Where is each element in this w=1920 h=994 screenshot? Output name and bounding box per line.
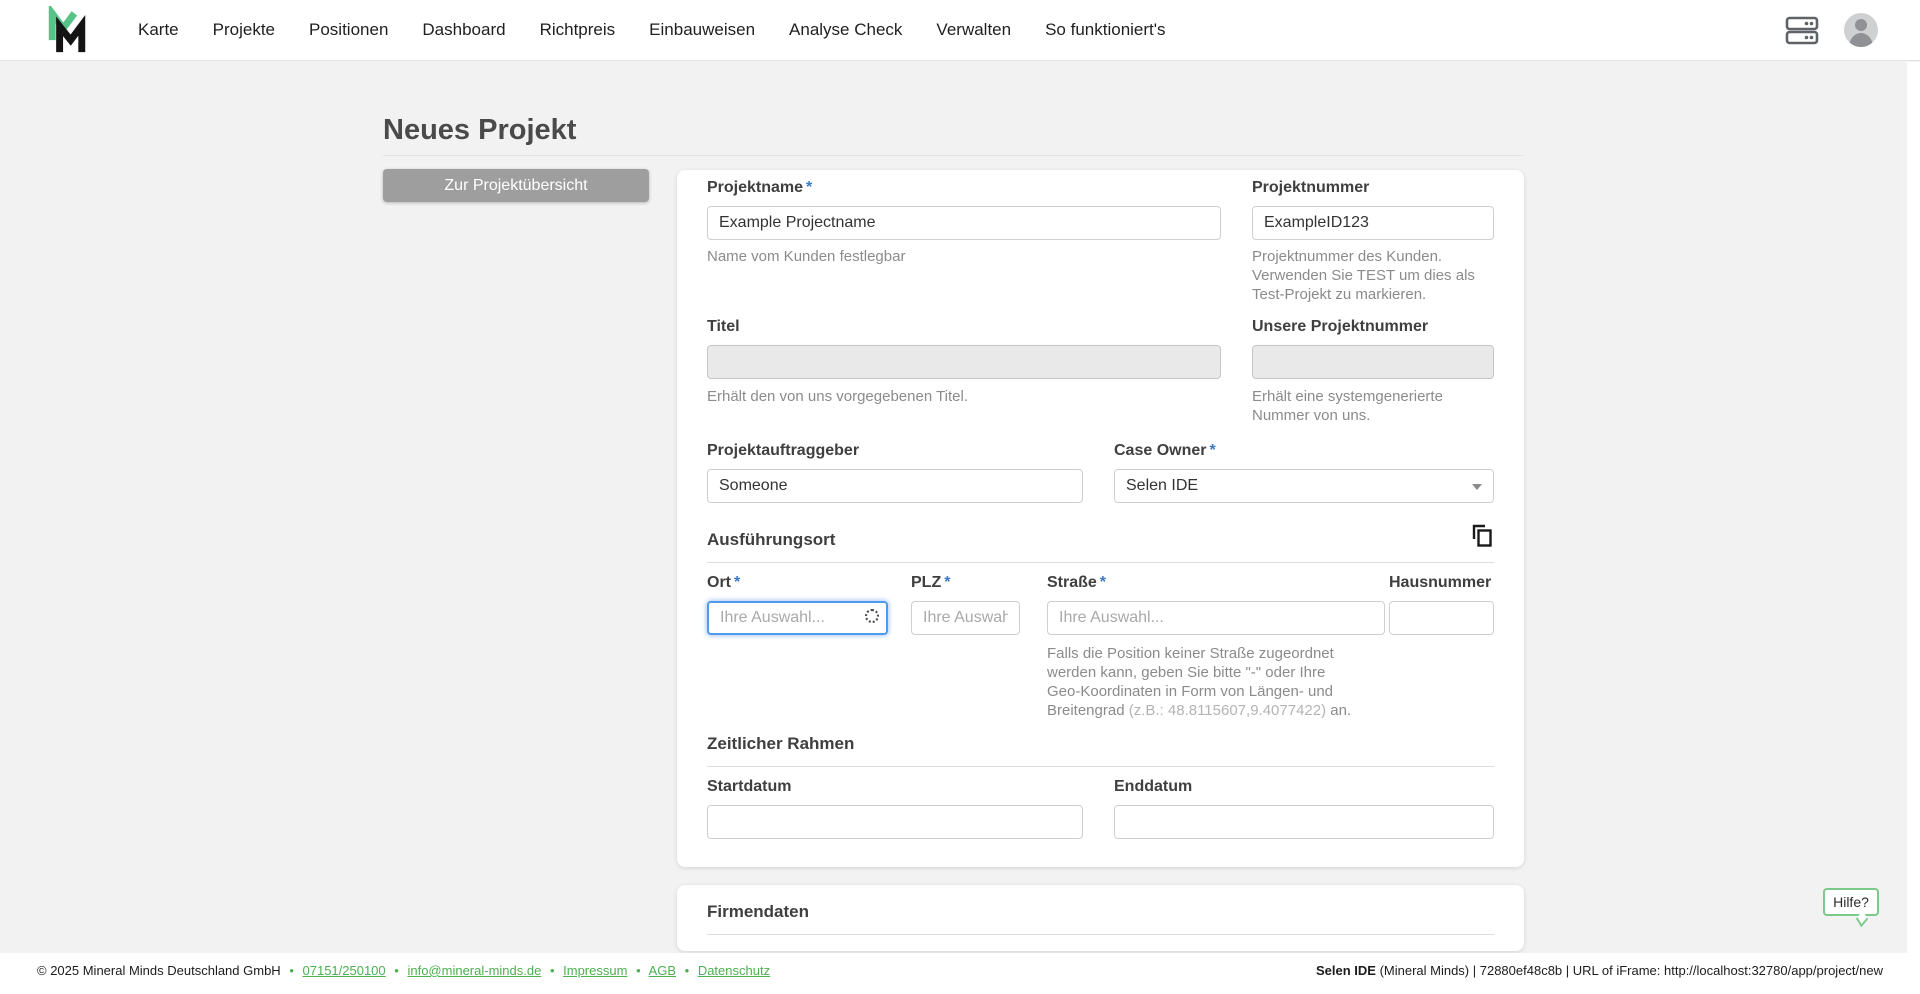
footer-user-name: Selen IDE xyxy=(1315,963,1376,978)
required-asterisk: * xyxy=(944,574,951,591)
firmendaten-card: Firmendaten xyxy=(677,885,1524,951)
nav-item-richtpreis[interactable]: Richtpreis xyxy=(540,20,616,40)
titel-label: Titel xyxy=(707,318,740,335)
projektauftraggeber-label: Projektauftraggeber xyxy=(707,442,860,459)
footer-copyright: © 2025 Mineral Minds Deutschland GmbH xyxy=(37,963,281,978)
server-icon[interactable] xyxy=(1784,14,1820,46)
footer-link-email[interactable]: info@mineral-minds.de xyxy=(407,963,541,978)
top-navbar: Karte Projekte Positionen Dashboard Rich… xyxy=(0,0,1920,61)
case-owner-value: Selen IDE xyxy=(1126,477,1199,494)
nav-item-projekte[interactable]: Projekte xyxy=(213,20,275,40)
plz-label: PLZ * xyxy=(911,574,950,592)
ausfuehrungsort-heading: Ausführungsort xyxy=(707,530,836,549)
nav-item-dashboard[interactable]: Dashboard xyxy=(422,20,505,40)
projektnummer-input[interactable] xyxy=(1252,206,1494,240)
zeitlicher-rahmen-heading: Zeitlicher Rahmen xyxy=(707,734,855,753)
hilfe-button[interactable]: Hilfe? xyxy=(1823,888,1879,916)
mineral-minds-logo-icon[interactable] xyxy=(44,6,90,54)
enddatum-input[interactable] xyxy=(1114,805,1494,839)
required-asterisk: * xyxy=(734,574,741,591)
firmendaten-divider xyxy=(707,934,1494,935)
projektname-helper: Name vom Kunden festlegbar xyxy=(707,248,906,265)
ort-input[interactable] xyxy=(707,601,888,635)
chevron-down-icon xyxy=(1472,484,1482,490)
nav-item-so-funktionierts[interactable]: So funktioniert's xyxy=(1045,20,1165,40)
avatar-head-icon xyxy=(1855,19,1867,31)
project-form-card: Projektname* Name vom Kunden festlegbar … xyxy=(677,170,1524,867)
page-title: Neues Projekt xyxy=(383,114,577,146)
required-asterisk: * xyxy=(1209,442,1216,459)
projektname-label: Projektname * xyxy=(707,179,812,197)
footer-separator: • xyxy=(636,963,641,978)
zeitlicher-rahmen-divider xyxy=(707,766,1494,767)
scrollbar-track[interactable] xyxy=(1907,62,1920,994)
footer-separator: • xyxy=(394,963,399,978)
ort-label-text: Ort xyxy=(707,574,731,591)
footer: © 2025 Mineral Minds Deutschland GmbH • … xyxy=(0,953,1920,994)
footer-separator: • xyxy=(549,963,555,978)
strasse-helper-end: an. xyxy=(1326,702,1352,719)
strasse-input[interactable] xyxy=(1047,601,1385,635)
startdatum-input[interactable] xyxy=(707,805,1083,839)
strasse-helper-example: (z.B.: 48.8115607,9.4077422) xyxy=(1128,702,1327,719)
footer-link-datenschutz[interactable]: Datenschutz xyxy=(698,963,770,978)
plz-label-text: PLZ xyxy=(911,574,942,591)
firmendaten-heading: Firmendaten xyxy=(707,902,810,921)
ort-field-wrap xyxy=(707,601,888,635)
footer-left: © 2025 Mineral Minds Deutschland GmbH • … xyxy=(37,963,770,978)
titel-input xyxy=(707,345,1221,379)
titel-helper: Erhält den von uns vorgegebenen Titel. xyxy=(707,388,969,405)
projektnummer-label: Projektnummer xyxy=(1252,179,1370,196)
footer-separator: • xyxy=(289,963,294,978)
user-avatar[interactable] xyxy=(1844,13,1878,47)
strasse-label: Straße * xyxy=(1047,574,1106,592)
plz-input[interactable] xyxy=(911,601,1020,635)
footer-link-agb[interactable]: AGB xyxy=(649,963,676,978)
nav-right-icons xyxy=(1784,13,1878,47)
unsere-projektnummer-label: Unsere Projektnummer xyxy=(1252,318,1429,335)
required-asterisk: * xyxy=(1099,574,1107,591)
footer-status-text: Selen IDE (Mineral Minds) | 72880ef48c8b… xyxy=(1316,963,1883,978)
zur-projektuebersicht-button[interactable]: Zur Projektübersicht xyxy=(383,169,649,202)
ausfuehrungsort-divider xyxy=(707,562,1494,563)
ort-label: Ort * xyxy=(707,574,740,592)
enddatum-label: Enddatum xyxy=(1114,778,1193,795)
projektauftraggeber-input[interactable] xyxy=(707,469,1083,503)
unsere-projektnummer-helper: Erhält eine systemgenerierte Nummer von … xyxy=(1252,388,1443,424)
nav-item-karte[interactable]: Karte xyxy=(138,20,179,40)
case-owner-label-text: Case Owner xyxy=(1114,442,1207,459)
required-asterisk: * xyxy=(806,179,813,196)
case-owner-select[interactable]: Selen IDE xyxy=(1114,469,1494,503)
footer-link-phone[interactable]: 07151/250100 xyxy=(303,963,386,978)
nav-menu: Karte Projekte Positionen Dashboard Rich… xyxy=(138,20,1200,40)
projektname-input[interactable] xyxy=(707,206,1221,240)
hausnummer-label: Hausnummer xyxy=(1389,574,1492,591)
startdatum-label: Startdatum xyxy=(707,778,792,795)
footer-session-info: (Mineral Minds) | 72880ef48c8b | URL of … xyxy=(1375,963,1883,978)
strasse-helper: Falls die Position keiner Straße zugeord… xyxy=(1047,644,1362,720)
hausnummer-input[interactable] xyxy=(1389,601,1494,635)
footer-link-impressum[interactable]: Impressum xyxy=(563,963,627,978)
nav-item-positionen[interactable]: Positionen xyxy=(309,20,388,40)
case-owner-label: Case Owner * xyxy=(1114,442,1216,460)
footer-separator: • xyxy=(684,963,690,978)
unsere-projektnummer-input xyxy=(1252,345,1494,379)
strasse-label-text: Straße xyxy=(1047,574,1097,591)
projektnummer-helper: Projektnummer des Kunden. Verwenden Sie … xyxy=(1252,248,1475,303)
avatar-body-icon xyxy=(1849,33,1873,47)
nav-item-einbauweisen[interactable]: Einbauweisen xyxy=(649,20,755,40)
title-divider xyxy=(383,155,1524,156)
copy-icon[interactable] xyxy=(1469,522,1495,552)
nav-item-verwalten[interactable]: Verwalten xyxy=(936,20,1011,40)
loading-spinner-icon xyxy=(865,609,879,623)
nav-item-analyse-check[interactable]: Analyse Check xyxy=(789,20,902,40)
projektname-label-text: Projektname xyxy=(707,179,804,196)
